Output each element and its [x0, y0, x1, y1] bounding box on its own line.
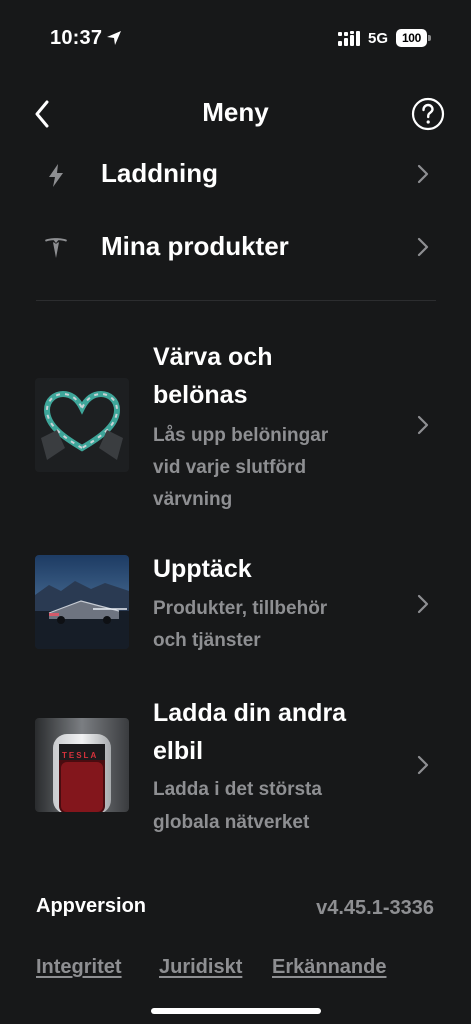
home-indicator[interactable] — [151, 1008, 321, 1014]
chevron-right-icon — [417, 755, 429, 775]
promo-card-referral[interactable]: Värva och belönas Lås upp belöningar vid… — [0, 336, 471, 516]
promo-subtitle: Ladda i det största — [153, 779, 322, 800]
divider — [36, 300, 436, 301]
promo-title: elbil — [153, 737, 204, 765]
help-icon[interactable] — [411, 97, 445, 131]
heart-hands-image — [35, 378, 129, 472]
menu-item-laddning[interactable]: Laddning — [0, 144, 471, 204]
chevron-right-icon — [417, 164, 429, 184]
lightning-icon — [49, 164, 63, 187]
network-type-label: 5G — [368, 30, 389, 47]
promo-subtitle: och tjänster — [153, 630, 261, 651]
supercharger-thumbnail: TESLA — [35, 718, 129, 812]
promo-card-charge-other-ev[interactable]: TESLA Ladda din andra elbil Ladda i det … — [0, 694, 471, 844]
chevron-right-icon — [417, 594, 429, 614]
supercharger-image — [35, 718, 129, 812]
tesla-logo-icon — [45, 238, 67, 258]
promo-subtitle: vid varje slutförd — [153, 457, 307, 478]
menu-item-mina-produkter[interactable]: Mina produkter — [0, 217, 471, 277]
chevron-right-icon — [417, 415, 429, 435]
promo-subtitle: värvning — [153, 489, 233, 510]
status-time: 10:37 — [50, 27, 103, 49]
legal-link[interactable]: Juridiskt — [159, 956, 242, 979]
acknowledgements-link[interactable]: Erkännande — [272, 956, 386, 979]
promo-title: belönas — [153, 381, 248, 409]
page-title: Meny — [202, 97, 269, 127]
app-version-value: v4.45.1-3336 — [316, 897, 434, 919]
signal-icon — [338, 31, 360, 46]
promo-title: Värva och — [153, 343, 273, 371]
promo-subtitle: Lås upp belöningar — [153, 425, 329, 446]
promo-card-discover[interactable]: Upptäck Produkter, tillbehör och tjänste… — [0, 550, 471, 660]
battery-level: 100 — [396, 29, 427, 47]
battery-icon: 100 — [396, 29, 431, 47]
promo-title: Ladda din andra — [153, 699, 347, 727]
promo-subtitle: globala nätverket — [153, 812, 310, 833]
status-bar: 10:37 5G 100 — [0, 0, 471, 76]
menu-item-label: Laddning — [101, 158, 218, 188]
promo-subtitle: Produkter, tillbehör — [153, 598, 328, 619]
privacy-link[interactable]: Integritet — [36, 956, 122, 979]
referral-thumbnail — [35, 378, 129, 472]
charger-brand-label: TESLA — [62, 751, 99, 760]
discover-thumbnail — [35, 555, 129, 649]
app-version-label: Appversion — [36, 895, 147, 917]
menu-item-label: Mina produkter — [101, 231, 289, 261]
promo-title: Upptäck — [153, 555, 252, 583]
location-arrow-icon — [107, 31, 121, 45]
cybertruck-image — [35, 555, 129, 649]
chevron-right-icon — [417, 237, 429, 257]
